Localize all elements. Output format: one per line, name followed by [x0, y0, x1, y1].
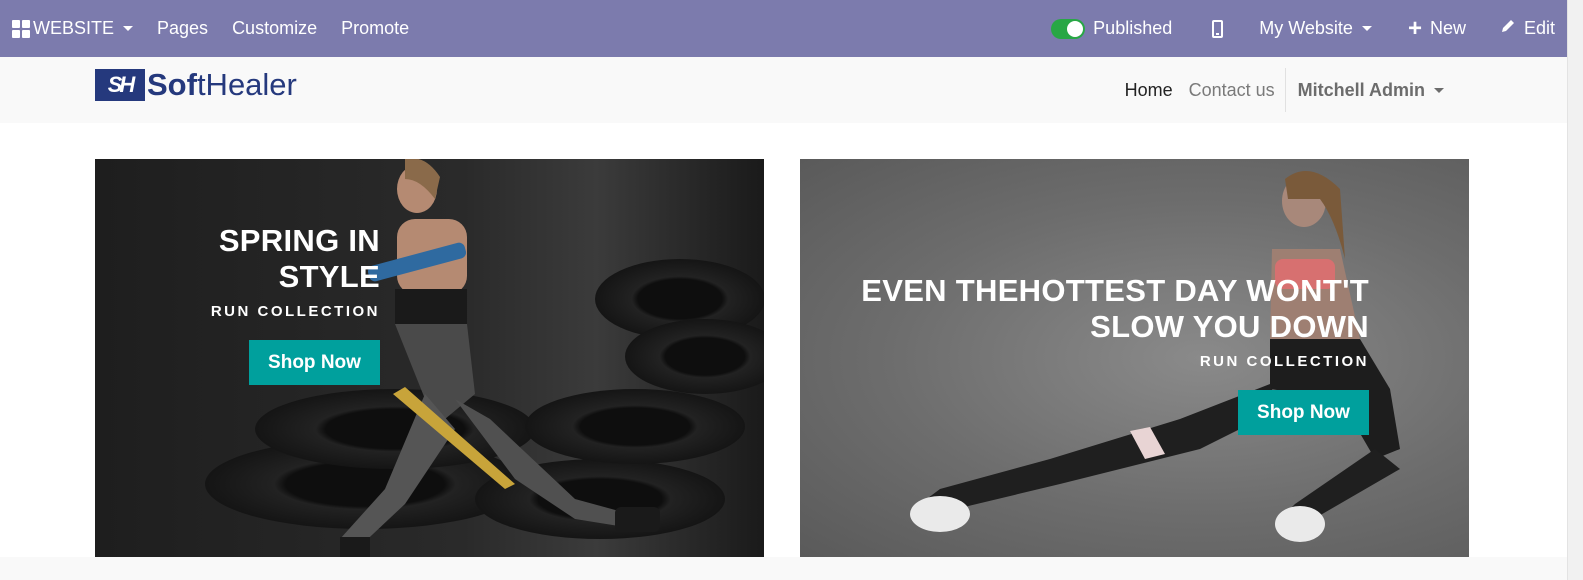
vertical-scrollbar[interactable] [1567, 0, 1583, 580]
page-content: SPRING IN STYLE RUN COLLECTION Shop Now … [0, 123, 1567, 557]
nav-divider [1284, 68, 1286, 112]
promote-menu[interactable]: Promote [329, 0, 421, 57]
edit-button[interactable]: Edit [1488, 0, 1567, 57]
user-name: Mitchell Admin [1297, 79, 1425, 100]
user-menu-dropdown[interactable]: Mitchell Admin [1288, 80, 1454, 101]
page-bottom-edge [0, 557, 1567, 580]
published-label: Published [1093, 18, 1173, 38]
pages-menu[interactable]: Pages [145, 0, 220, 57]
banner-title: SPRING IN STYLE [218, 223, 380, 294]
published-toggle[interactable]: Published [1039, 0, 1188, 57]
banner-hottest-day: EVEN THEHOTTEST DAY WONT'T SLOW YOU DOWN… [800, 159, 1469, 557]
nav-contact-us[interactable]: Contact us [1181, 80, 1283, 101]
banner-subtitle: RUN COLLECTION [210, 303, 380, 320]
toggle-switch-icon [1051, 18, 1086, 39]
my-website-dropdown[interactable]: My Website [1247, 0, 1396, 57]
banner-spring-in-style: SPRING IN STYLE RUN COLLECTION Shop Now [95, 159, 764, 557]
banner-title-line-2: SLOW YOU DOWN [1090, 309, 1369, 344]
admin-bar-right: Published My Website + New Edit [1039, 0, 1567, 57]
plus-icon: + [1407, 14, 1422, 42]
shop-now-button[interactable]: Shop Now [249, 340, 380, 385]
edit-label: Edit [1523, 18, 1555, 38]
logo-mark: SH [95, 69, 145, 101]
nav-home[interactable]: Home [1117, 80, 1181, 101]
mobile-preview-button[interactable] [1188, 0, 1247, 57]
new-label: New [1429, 18, 1466, 38]
mobile-phone-icon [1212, 19, 1224, 38]
caret-down-icon [1361, 26, 1372, 31]
shop-now-button[interactable]: Shop Now [1238, 390, 1369, 435]
caret-down-icon [123, 26, 134, 31]
website-admin-bar: WEBSITE Pages Customize Promote Publishe… [0, 0, 1567, 57]
pencil-icon [1500, 18, 1516, 39]
site-header: SH SoftHealer Home Contact us Mitchell A… [0, 57, 1567, 123]
banner-text-left: SPRING IN STYLE RUN COLLECTION Shop Now [130, 223, 380, 385]
banner-subtitle: RUN COLLECTION [1199, 353, 1369, 370]
banner-title-line-1: EVEN THEHOTTEST DAY WONT'T [861, 273, 1369, 308]
main-nav: Home Contact us Mitchell Admin [1117, 57, 1454, 123]
apps-grid-icon [12, 19, 30, 38]
softhealer-logo[interactable]: SH SoftHealer [95, 67, 297, 103]
caret-down-icon [1434, 87, 1444, 93]
new-button[interactable]: + New [1396, 0, 1488, 57]
customize-menu[interactable]: Customize [220, 0, 329, 57]
logo-text: SoftHealer [147, 67, 297, 102]
admin-bar-left: WEBSITE Pages Customize Promote [0, 0, 421, 57]
website-menu-button[interactable]: WEBSITE [0, 0, 145, 57]
banner-text-right: EVEN THEHOTTEST DAY WONT'T SLOW YOU DOWN… [849, 273, 1369, 435]
my-website-label: My Website [1259, 18, 1353, 38]
website-menu-label: WEBSITE [33, 18, 115, 38]
